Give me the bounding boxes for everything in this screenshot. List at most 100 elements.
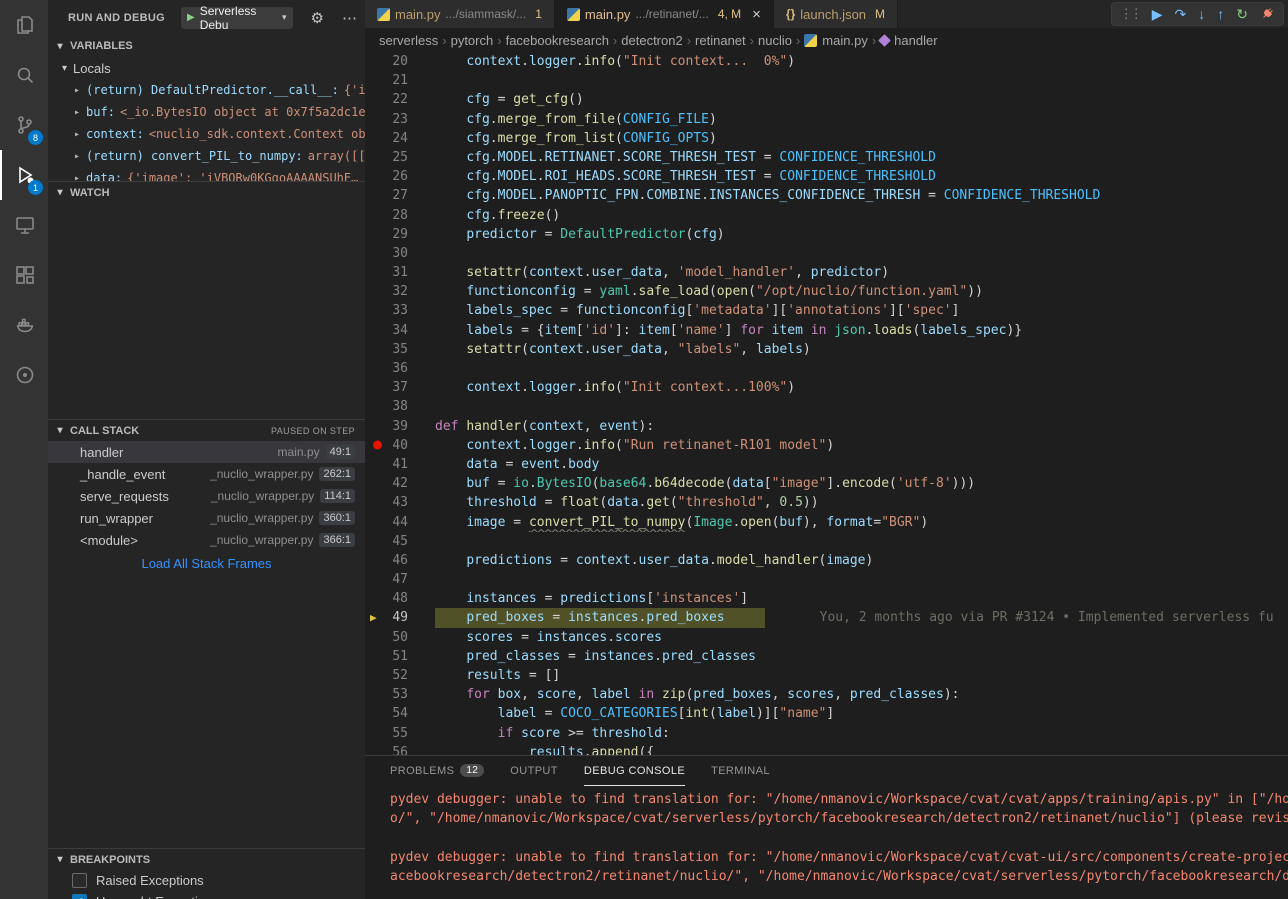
gutter[interactable]: 53 xyxy=(365,685,435,704)
code-line[interactable]: 26 cfg.MODEL.ROI_HEADS.SCORE_THRESH_TEST… xyxy=(365,167,1288,186)
gear-icon[interactable]: ⚙ xyxy=(311,9,324,27)
stack-frame[interactable]: _handle_event_nuclio_wrapper.py262:1 xyxy=(48,463,365,485)
gutter[interactable]: 28 xyxy=(365,206,435,225)
load-all-stack-frames-link[interactable]: Load All Stack Frames xyxy=(48,551,365,575)
gutter[interactable]: 40 xyxy=(365,436,435,455)
code-line[interactable]: 31 setattr(context.user_data, 'model_han… xyxy=(365,263,1288,282)
code-line[interactable]: 39def handler(context, event): xyxy=(365,417,1288,436)
gutter[interactable]: 21 xyxy=(365,71,435,90)
code-line[interactable]: 40 context.logger.info("Run retinanet-R1… xyxy=(365,436,1288,455)
variable-row[interactable]: ▸(return) convert_PIL_to_numpy:array([[[… xyxy=(48,145,365,167)
code-line[interactable]: 41 data = event.body xyxy=(365,455,1288,474)
code-line[interactable]: 56 results.append({ xyxy=(365,743,1288,755)
code-line[interactable]: 54 label = COCO_CATEGORIES[int(label)]["… xyxy=(365,704,1288,723)
breadcrumb-item[interactable]: serverless xyxy=(379,33,438,48)
breadcrumb-item[interactable]: main.py xyxy=(804,33,868,48)
code-line[interactable]: 20 context.logger.info("Init context... … xyxy=(365,52,1288,71)
variable-row[interactable]: ▸context:<nuclio_sdk.context.Context obj… xyxy=(48,123,365,145)
gutter[interactable]: 35 xyxy=(365,340,435,359)
launch-config-dropdown[interactable]: ▶ Serverless Debu ▾ xyxy=(181,7,293,29)
gutter[interactable]: 33 xyxy=(365,301,435,320)
code-line[interactable]: 32 functionconfig = yaml.safe_load(open(… xyxy=(365,282,1288,301)
code-line[interactable]: 37 context.logger.info("Init context...1… xyxy=(365,378,1288,397)
gutter[interactable]: 26 xyxy=(365,167,435,186)
breakpoints-section-header[interactable]: ▾ BREAKPOINTS xyxy=(48,848,365,870)
code-line[interactable]: 44 image = convert_PIL_to_numpy(Image.op… xyxy=(365,513,1288,532)
code-line[interactable]: 53 for box, score, label in zip(pred_box… xyxy=(365,685,1288,704)
gutter[interactable]: 51 xyxy=(365,647,435,666)
stack-frame[interactable]: <module>_nuclio_wrapper.py366:1 xyxy=(48,529,365,551)
activity-remote-explorer[interactable] xyxy=(0,200,48,250)
code-line[interactable]: 22 cfg = get_cfg() xyxy=(365,90,1288,109)
close-icon[interactable]: × xyxy=(752,7,761,22)
breadcrumb-item[interactable]: detectron2 xyxy=(621,33,682,48)
code-line[interactable]: ▶49 pred_boxes = instances.pred_boxesYou… xyxy=(365,608,1288,627)
code-line[interactable]: 43 threshold = float(data.get("threshold… xyxy=(365,493,1288,512)
more-actions-icon[interactable]: ⋯ xyxy=(342,9,357,27)
tab-main-py-siammask[interactable]: main.py .../siammask/... 1 xyxy=(365,0,555,28)
step-into-button[interactable]: ↓ xyxy=(1198,7,1205,21)
gutter[interactable]: 31 xyxy=(365,263,435,282)
gutter[interactable]: 36 xyxy=(365,359,435,378)
gutter[interactable]: 23 xyxy=(365,110,435,129)
checkbox[interactable]: ✓ xyxy=(72,894,87,899)
activity-source-control[interactable]: 8 xyxy=(0,100,48,150)
activity-explorer[interactable] xyxy=(0,0,48,50)
breakpoint-row[interactable]: ✓Uncaught Exceptions xyxy=(48,891,365,899)
panel-tab-debug-console[interactable]: DEBUG CONSOLE xyxy=(584,756,685,786)
gutter[interactable]: 37 xyxy=(365,378,435,397)
code-line[interactable]: 25 cfg.MODEL.RETINANET.SCORE_THRESH_TEST… xyxy=(365,148,1288,167)
stack-frame[interactable]: run_wrapper_nuclio_wrapper.py360:1 xyxy=(48,507,365,529)
gutter[interactable]: 46 xyxy=(365,551,435,570)
breadcrumb-item[interactable]: nuclio xyxy=(758,33,792,48)
gutter[interactable]: 27 xyxy=(365,186,435,205)
gutter[interactable]: 45 xyxy=(365,532,435,551)
panel-tab-output[interactable]: OUTPUT xyxy=(510,756,558,786)
code-line[interactable]: 42 buf = io.BytesIO(base64.b64decode(dat… xyxy=(365,474,1288,493)
variables-scope-locals[interactable]: ▾ Locals xyxy=(48,57,365,79)
gutter[interactable]: 42 xyxy=(365,474,435,493)
restart-button[interactable]: ↻ xyxy=(1236,7,1248,21)
gutter[interactable]: 38 xyxy=(365,397,435,416)
drag-handle-icon[interactable]: ⋮⋮ xyxy=(1120,6,1140,22)
code-line[interactable]: 46 predictions = context.user_data.model… xyxy=(365,551,1288,570)
breadcrumb-item[interactable]: handler xyxy=(880,33,937,48)
gutter[interactable]: 54 xyxy=(365,704,435,723)
gutter[interactable]: 50 xyxy=(365,628,435,647)
checkbox[interactable] xyxy=(72,873,87,888)
code-line[interactable]: 36 xyxy=(365,359,1288,378)
step-out-button[interactable]: ↑ xyxy=(1217,7,1224,21)
gutter[interactable]: 32 xyxy=(365,282,435,301)
code-line[interactable]: 34 labels = {item['id']: item['name'] fo… xyxy=(365,321,1288,340)
code-line[interactable]: 55 if score >= threshold: xyxy=(365,724,1288,743)
code-line[interactable]: 35 setattr(context.user_data, "labels", … xyxy=(365,340,1288,359)
breadcrumb-item[interactable]: pytorch xyxy=(451,33,494,48)
step-over-button[interactable]: ↷ xyxy=(1175,7,1187,21)
breakpoint-row[interactable]: Raised Exceptions xyxy=(48,870,365,891)
gutter[interactable]: 52 xyxy=(365,666,435,685)
gutter[interactable]: 39 xyxy=(365,417,435,436)
code-line[interactable]: 28 cfg.freeze() xyxy=(365,206,1288,225)
editor[interactable]: 20 context.logger.info("Init context... … xyxy=(365,52,1288,755)
gutter[interactable]: 47 xyxy=(365,570,435,589)
code-line[interactable]: 51 pred_classes = instances.pred_classes xyxy=(365,647,1288,666)
gutter[interactable]: ▶49 xyxy=(365,608,435,627)
breadcrumb-item[interactable]: retinanet xyxy=(695,33,746,48)
disconnect-button[interactable] xyxy=(1260,6,1275,23)
gutter[interactable]: 48 xyxy=(365,589,435,608)
continue-button[interactable]: ▶ xyxy=(1152,7,1163,21)
gutter[interactable]: 34 xyxy=(365,321,435,340)
debug-console-output[interactable]: pydev debugger: unable to find translati… xyxy=(365,786,1288,899)
code-line[interactable]: 29 predictor = DefaultPredictor(cfg) xyxy=(365,225,1288,244)
gutter[interactable]: 25 xyxy=(365,148,435,167)
breakpoint-icon[interactable] xyxy=(373,441,382,450)
panel-tab-terminal[interactable]: TERMINAL xyxy=(711,756,770,786)
activity-docker[interactable] xyxy=(0,300,48,350)
gutter[interactable]: 24 xyxy=(365,129,435,148)
panel-tab-problems[interactable]: PROBLEMS 12 xyxy=(390,756,484,786)
gutter[interactable]: 30 xyxy=(365,244,435,263)
code-line[interactable]: 47 xyxy=(365,570,1288,589)
code-line[interactable]: 50 scores = instances.scores xyxy=(365,628,1288,647)
code-line[interactable]: 21 xyxy=(365,71,1288,90)
gutter[interactable]: 43 xyxy=(365,493,435,512)
